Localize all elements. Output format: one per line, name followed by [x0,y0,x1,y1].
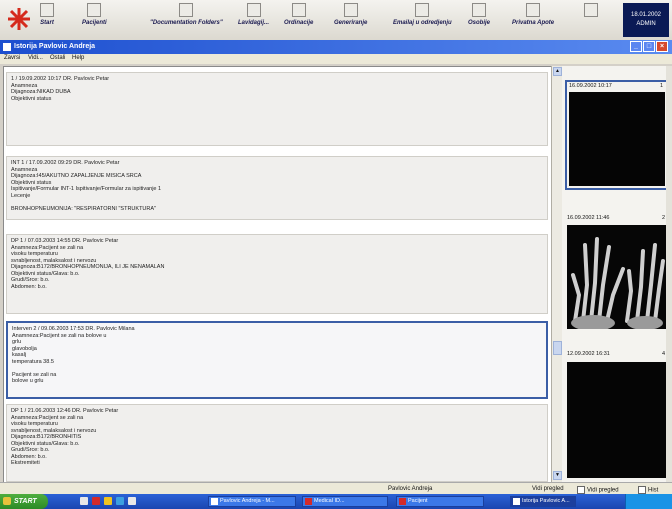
thumbnail-number: 4 [661,351,665,357]
thumbnail-number: 2 [661,215,665,221]
menu-bar: Zavrsi Vidi... Ostali Help [0,54,672,64]
thumbnail-image [567,362,667,478]
maximize-button[interactable]: □ [643,41,655,52]
history-entry[interactable]: DP 1 / 21.06.2003 12:46 DR. Pavlovic Pet… [6,404,548,482]
history-entry-selected[interactable]: Interven 2 / 09.06.2003 17:53 DR. Pavlov… [6,321,548,399]
close-button[interactable]: × [656,41,668,52]
toolbar-documentation-folders-button[interactable]: "Documentation Folders" [150,3,223,37]
start-label: START [14,498,37,505]
history-entry[interactable]: DP 1 / 07.03.2003 14:55 DR. Pavlovic Pet… [6,234,548,314]
history-list[interactable]: 1 / 19.09.2002 10:17 DR. Pavlovic Petar … [3,66,553,484]
toolbar-emailaj-button[interactable]: Emailaj u odredjenju [393,3,452,37]
folder-icon [179,3,194,17]
minimize-button[interactable]: _ [630,41,642,52]
patients-icon [87,3,102,17]
pharmacy-icon [526,3,541,17]
windows-logo-icon [3,497,11,505]
thumbnail-number: 1 [659,83,663,89]
status-option-3[interactable]: Hist [638,486,658,494]
status-option-1[interactable]: Vidi pregled [532,486,564,492]
checkbox-icon[interactable] [638,486,646,494]
toolbar-osobije-button[interactable]: Osobije [468,3,490,37]
history-entry[interactable]: INT 1 / 17.09.2002 09:29 DR. Pavlovic Pe… [6,156,548,220]
taskbar-task-active[interactable]: Istorija Pavlovic A... [510,496,576,507]
home-icon [40,3,54,17]
thumbnail-image [569,92,665,186]
clock-user: ADMIN [636,21,656,27]
clinic-icon [291,3,306,17]
scroll-down-button[interactable]: ▼ [553,471,562,480]
quicklaunch-icon[interactable] [92,497,100,505]
toolbar-more-button[interactable] [584,3,598,37]
checkbox-icon[interactable] [577,486,585,494]
clock-date: 18.01.2002 [630,12,662,18]
image-thumbnail[interactable]: 12.09.2002 16:31 4 [565,350,669,478]
toolbar-patients-button[interactable]: Pacijenti [82,3,107,37]
toolbar-lavidagij-button[interactable]: Lavidagij... [238,3,269,37]
taskbar-task[interactable]: Medical ID... [302,496,388,507]
window-titlebar[interactable]: Istorija Pavlovic Andreja _ □ × [0,40,672,54]
hand-xray-image [567,225,667,329]
date-display: 18.01.2002 ADMIN [623,3,669,37]
document-icon [246,3,261,17]
taskbar-task[interactable]: Pavlovic Andreja - M... [208,496,296,507]
chevron-down-icon [584,3,598,17]
start-button[interactable]: START [0,494,48,509]
scroll-thumb[interactable] [553,341,562,355]
staff-icon [472,3,486,17]
toolbar-privatna-apote-button[interactable]: Privatna Apote [512,3,554,37]
window-controls: _ □ × [630,41,668,52]
toolbar-generiranje-button[interactable]: Generiranje [334,3,367,37]
task-icon [513,498,520,505]
quicklaunch-icon[interactable] [128,497,136,505]
menu-zavrsi[interactable]: Zavrsi [4,55,20,61]
thumbnail-date: 16.09.2002 11:46 [567,215,610,221]
toolbar-start-button[interactable]: Start [40,3,54,37]
thumbnail-date: 12.09.2002 16:31 [567,351,610,357]
windows-taskbar: START Pavlovic Andreja - M... Medical ID… [0,494,672,509]
quicklaunch-icon[interactable] [116,497,124,505]
thumbnail-scrollbar[interactable] [666,66,672,482]
status-option-2[interactable]: Vidi pregled [577,486,619,494]
quicklaunch-icon[interactable] [80,497,88,505]
image-thumbnail-selected[interactable]: 16.09.2002 10:17 1 [565,80,669,190]
task-icon [211,498,218,505]
menu-ostali[interactable]: Ostali [50,55,65,61]
app-logo-icon [8,8,30,30]
task-icon [305,498,312,505]
task-icon [399,498,406,505]
toolbar-ordinacije-button[interactable]: Ordinacije [284,3,313,37]
quicklaunch-icon[interactable] [104,497,112,505]
history-entry[interactable]: 1 / 19.09.2002 10:17 DR. Pavlovic Petar … [6,72,548,146]
status-patient-name: Pavlovic Andreja [388,486,433,492]
report-icon [343,3,358,17]
taskbar-task[interactable]: Pacijent [396,496,484,507]
menu-help[interactable]: Help [72,55,84,61]
scroll-up-button[interactable]: ▲ [553,67,562,76]
window-icon [3,43,11,51]
thumbnail-date: 16.09.2002 10:17 [569,83,612,89]
search-icon [415,3,430,17]
main-toolbar: Start Pacijenti "Documentation Folders" … [0,0,672,41]
image-thumbnail[interactable]: 16.09.2002 11:46 2 [565,214,669,332]
system-tray [625,494,672,509]
window-title: Istorija Pavlovic Andreja [14,43,96,50]
image-thumbnail-panel: 16.09.2002 10:17 1 16.09.2002 11:46 2 12… [562,66,672,482]
menu-vidi[interactable]: Vidi... [28,55,43,61]
